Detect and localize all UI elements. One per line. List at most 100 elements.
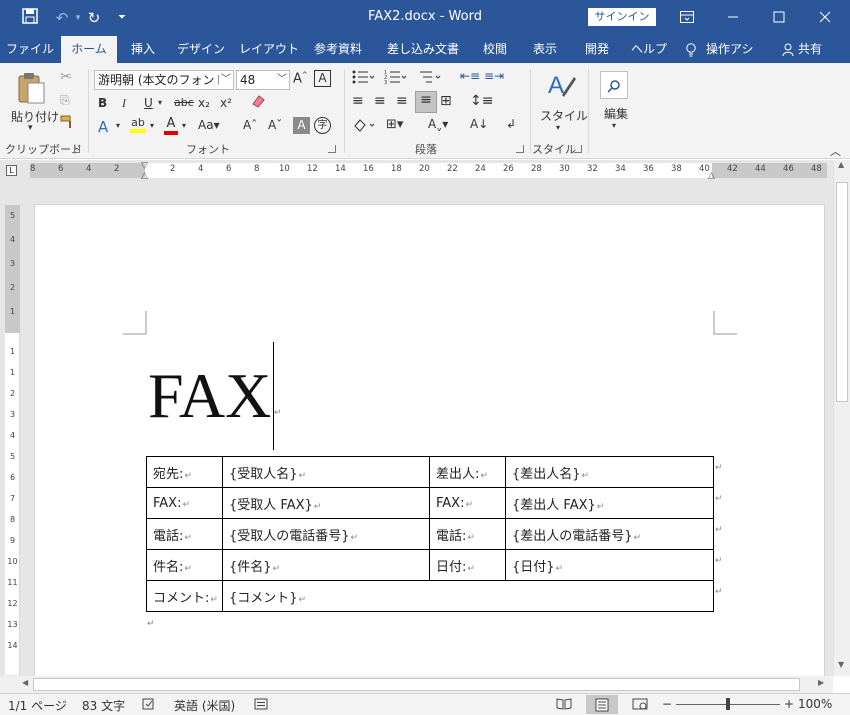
tab-help[interactable]: ヘルプ [626,36,672,63]
tab-file[interactable]: ファイル [3,36,57,63]
style-launcher-icon[interactable] [574,145,582,153]
horizontal-scroll-thumb[interactable] [33,678,800,691]
shrink-font-size-icon[interactable]: Aˇ [268,118,282,132]
tab-mailings[interactable]: 差し込み文書 [381,36,465,63]
table-cell[interactable]: {受取人名}↵ [222,456,430,488]
table-cell[interactable]: 電話:↵ [429,518,506,550]
tab-view[interactable]: 表示 [524,36,566,63]
fax-heading[interactable]: FAX [148,364,271,428]
lightbulb-icon[interactable] [684,36,698,63]
scroll-left-icon[interactable]: ◀ [22,678,28,687]
scroll-up-icon[interactable]: ▲ [838,160,844,169]
editing-dropdown-icon[interactable]: ▾ [612,121,616,130]
read-mode-icon[interactable] [556,697,572,714]
horizontal-scrollbar[interactable]: ◀ ▶ [0,676,833,693]
share-person-icon[interactable] [780,36,796,63]
customize-qat-icon[interactable]: ⏷ [112,8,132,28]
table-cell[interactable]: 差出人:↵ [429,456,506,488]
paste-label[interactable]: 貼り付け [11,108,59,125]
table-cell[interactable]: 電話:↵ [146,518,223,550]
table-cell[interactable]: {受取人の電話番号}↵ [222,518,430,550]
underline-button[interactable]: U [144,96,153,110]
asian-layout-icon[interactable]: Aˬ▾ [428,117,448,131]
enclose-characters-icon[interactable]: 字 [314,117,331,134]
vertical-ruler[interactable]: 5 4 3 2 1 1 1 2 3 4 5 6 7 8 9 10 11 12 13 14 [5,205,20,675]
distributed-icon[interactable]: ⊞ [440,93,452,109]
table-cell[interactable]: FAX:↵ [429,487,506,519]
tab-selector-icon[interactable]: L [6,165,17,176]
font-size-combo[interactable]: 48 ﹀ [236,70,290,90]
table-cell[interactable]: {差出人 FAX}↵ [505,487,714,519]
zoom-out-button[interactable]: − [662,697,672,711]
table-cell[interactable]: コメント:↵ [146,580,223,612]
scroll-down-icon[interactable]: ▼ [838,660,844,669]
zoom-slider-thumb[interactable] [726,698,730,710]
copy-icon[interactable]: ⎘ [60,93,70,108]
page-count[interactable]: 1/1 ページ [8,697,67,714]
table-cell[interactable]: {件名}↵ [222,549,430,581]
show-marks-icon[interactable]: ↲ [506,117,516,131]
tab-developer[interactable]: 開発 [576,36,618,63]
print-layout-icon[interactable] [586,695,618,714]
underline-dropdown-icon[interactable]: ▾ [158,98,162,107]
macro-recording-icon[interactable] [254,697,268,714]
borders-icon[interactable]: ⊞▾ [386,117,403,132]
proofing-icon[interactable] [142,697,156,714]
fax-info-table[interactable]: 宛先:↵ {受取人名}↵ 差出人:↵ {差出人名}↵ FAX:↵ {受取人 FA… [146,456,714,612]
save-icon[interactable] [20,8,40,28]
text-effects-icon[interactable]: A [98,118,108,136]
tab-references[interactable]: 参考資料 [307,36,369,63]
format-painter-icon[interactable] [60,115,76,132]
vertical-scrollbar[interactable]: ▲ ▼ [833,160,850,676]
table-cell[interactable]: 日付:↵ [429,549,506,581]
sort-icon[interactable]: A↓ [470,117,488,131]
tab-layout[interactable]: レイアウト [237,36,301,63]
table-cell[interactable]: 宛先:↵ [146,456,223,488]
grow-font-size-icon[interactable]: Aˆ [243,118,257,132]
align-left-icon[interactable]: ≡ [352,93,364,109]
redo-icon[interactable]: ↻ [84,8,104,28]
superscript-button[interactable]: x² [220,96,232,110]
signin-button[interactable]: サインイン [588,8,656,26]
editing-label[interactable]: 編集 [604,105,628,122]
change-case-icon[interactable]: Aa▾ [198,118,220,132]
web-layout-icon[interactable] [632,697,648,714]
maximize-icon[interactable] [756,0,802,34]
zoom-in-button[interactable]: + [784,697,794,711]
font-name-combo[interactable]: 游明朝 (本文のフォント) ﹀ [94,70,234,90]
paragraph-launcher-icon[interactable] [516,145,524,153]
font-launcher-icon[interactable] [328,145,336,153]
ribbon-display-options-icon[interactable] [664,0,710,34]
italic-button[interactable]: I [122,96,126,111]
multilevel-list-icon[interactable] [418,69,442,88]
table-cell[interactable]: {受取人 FAX}↵ [222,487,430,519]
tab-design[interactable]: デザイン [171,36,231,63]
table-cell[interactable]: FAX:↵ [146,487,223,519]
align-center-icon[interactable]: ≡ [374,93,386,109]
grow-font-icon[interactable]: A^ [293,71,308,86]
word-count[interactable]: 83 文字 [82,697,125,714]
increase-indent-icon[interactable]: ≡⇥ [484,69,504,83]
horizontal-ruler[interactable]: 8642 2 4 6 8 10 12 14 16 18 20 22 24 26 28 30 32 34 36 38 4… [30,161,827,181]
highlight-dropdown-icon[interactable]: ▾ [150,121,154,130]
line-spacing-icon[interactable]: ↕≡ [470,93,493,109]
text-effects-dropdown-icon[interactable]: ▾ [116,121,120,130]
close-icon[interactable] [802,0,848,34]
justify-icon[interactable]: ≡ [415,91,437,113]
zoom-slider[interactable] [676,698,780,710]
bullets-icon[interactable] [352,69,375,88]
styles-dropdown-icon[interactable]: ▾ [556,123,560,132]
cut-icon[interactable]: ✂ [60,69,72,85]
minimize-icon[interactable] [710,0,756,34]
tell-me-search[interactable]: 操作アシ [706,36,768,63]
zoom-level[interactable]: 100% [798,697,832,711]
clipboard-launcher-icon[interactable] [72,145,80,153]
paste-icon[interactable] [16,71,46,108]
paste-dropdown-icon[interactable]: ▾ [28,123,33,133]
hanging-indent-marker[interactable]: △ [141,171,148,181]
table-cell[interactable]: {日付}↵ [505,549,714,581]
table-cell[interactable]: {コメント}↵ [222,580,714,612]
shading-icon[interactable] [352,117,376,136]
styles-label[interactable]: スタイル [540,107,588,124]
first-line-indent-marker[interactable]: ▽ [141,161,148,171]
